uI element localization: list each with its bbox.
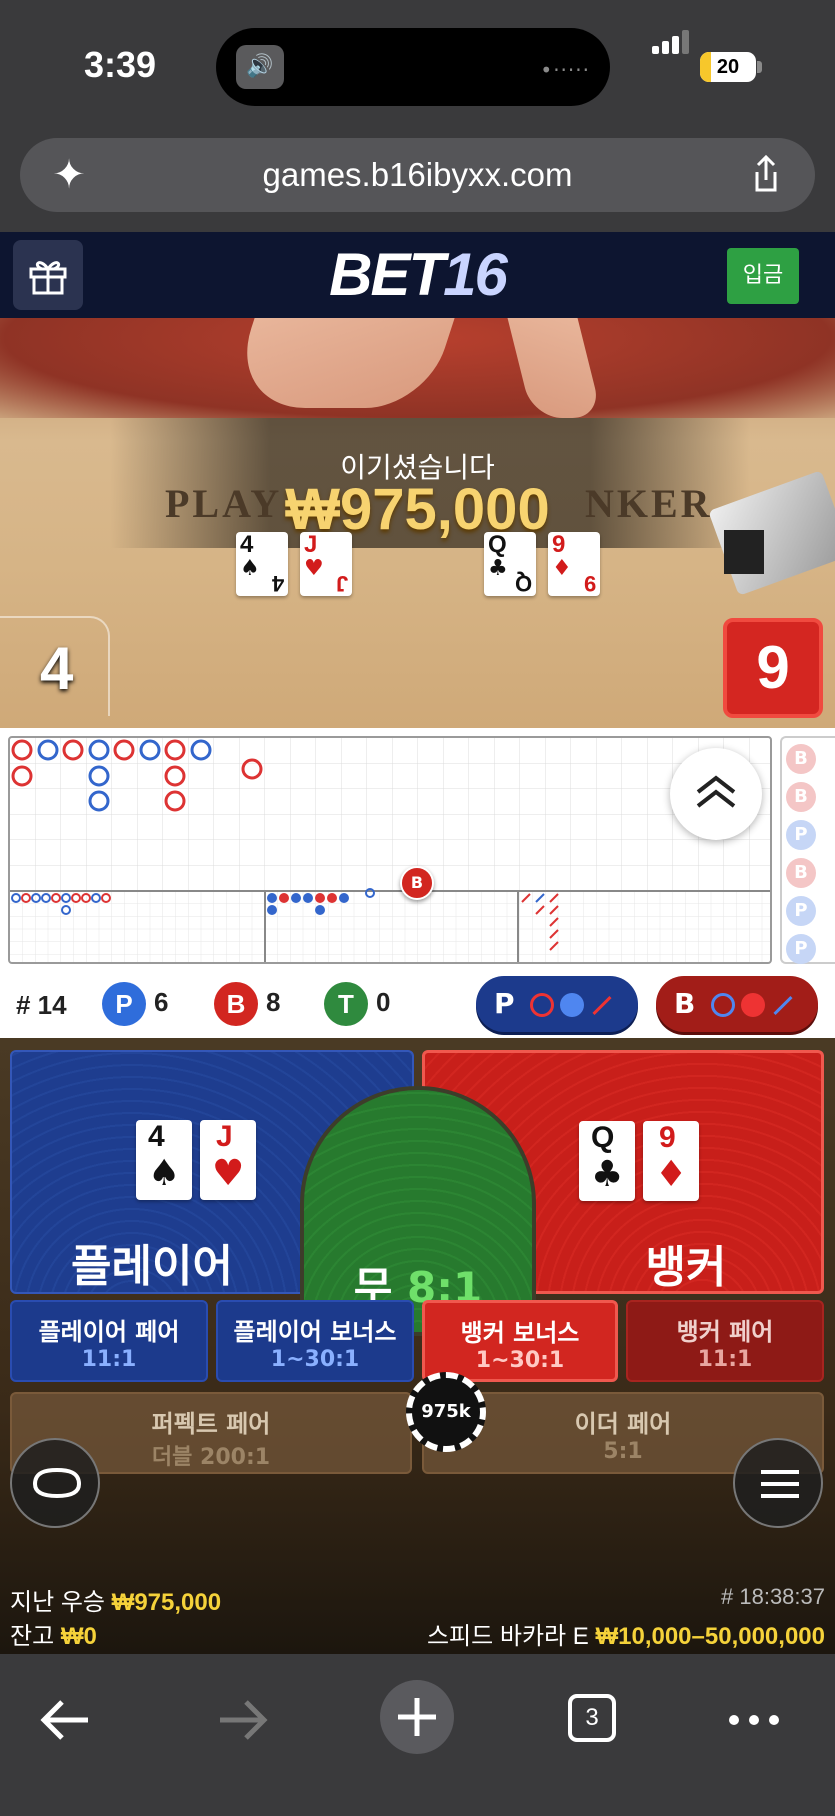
chat-button[interactable]	[10, 1438, 100, 1528]
player-score: 4	[40, 635, 74, 702]
banker-pair-bet[interactable]: 뱅커 페어 11:1	[626, 1300, 824, 1382]
chat-icon	[32, 1467, 82, 1499]
player-card-2: J ♥ J	[300, 532, 352, 596]
arrow-left-icon	[40, 1700, 88, 1740]
clock: 3:39	[84, 44, 157, 85]
betting-area: 4 ♠ J ♥ 플레이어 Q ♣ 9 ♦ 뱅커 무 8:1 플레이어 페어 11:1 플레…	[0, 1038, 835, 1654]
predict-banker-button[interactable]: B	[656, 976, 818, 1032]
new-tab-button[interactable]	[380, 1680, 454, 1754]
brand-logo[interactable]: BET16	[0, 232, 835, 318]
banker-label: 뱅커	[645, 1242, 727, 1293]
player-bet-card-1: 4 ♠	[136, 1120, 192, 1200]
banker-card-2: 9 ♦ 9	[548, 532, 600, 596]
arrow-right-icon	[220, 1700, 268, 1740]
site-header: BET16 입금	[0, 232, 835, 318]
side-road: B B P B P P	[780, 736, 835, 964]
roadmap-grid[interactable]	[8, 736, 772, 964]
predict-player-button[interactable]: P	[476, 976, 638, 1032]
banker-score: 9	[723, 618, 823, 718]
battery-percent: 20	[716, 56, 740, 78]
selected-chip[interactable]: 975k	[406, 1372, 486, 1452]
player-bonus-bet[interactable]: 플레이어 보너스 1~30:1	[216, 1300, 414, 1382]
player-pair-bet[interactable]: 플레이어 페어 11:1	[10, 1300, 208, 1382]
more-dots-icon	[729, 1715, 779, 1725]
speaker-icon: 🔊	[236, 45, 284, 89]
back-button[interactable]	[26, 1680, 106, 1760]
round-number: # 14	[16, 990, 67, 1020]
browser-toolbar: 3	[0, 1654, 835, 1816]
banker-card-1: Q ♣ Q	[484, 532, 536, 596]
balance: 잔고 ₩0	[10, 1623, 97, 1650]
forward-button[interactable]	[202, 1680, 282, 1760]
battery-cap	[757, 61, 762, 73]
stats-bar: # 14 P6 B8 T0 P B	[0, 968, 835, 1038]
player-bet-card-2: J ♥	[200, 1120, 256, 1200]
chevron-double-up-icon	[696, 775, 736, 808]
sparkle-icon[interactable]: ✦	[46, 152, 92, 198]
menu-button[interactable]	[733, 1438, 823, 1528]
player-card-1: 4 ♠ 4	[236, 532, 288, 596]
address-bar[interactable]: games.b16ibyxx.com ✦	[20, 138, 815, 212]
status-bar: 3:39 🔊 •····· 20 games.b16ibyxx.com ✦	[0, 0, 835, 212]
banker-bet-card-1: Q ♣	[579, 1121, 635, 1201]
current-result-marker: B	[400, 866, 434, 900]
tabs-button[interactable]: 3	[568, 1694, 616, 1742]
dynamic-island: 🔊 •·····	[216, 28, 610, 106]
bead-road	[10, 738, 770, 962]
player-label: 플레이어	[71, 1241, 233, 1292]
live-video: PLAY NKER 이기셨습니다 ₩975,000 4 ♠ 4 J ♥ J Q ♣ Q 9 ♦…	[0, 318, 835, 728]
hamburger-icon	[761, 1470, 799, 1498]
audio-level-icon: •·····	[540, 58, 590, 82]
more-button[interactable]	[714, 1680, 794, 1760]
deposit-button[interactable]: 입금	[727, 248, 799, 304]
player-count: P6	[102, 982, 168, 1026]
win-amount: ₩975,000	[285, 477, 550, 542]
banker-bonus-bet[interactable]: 뱅커 보너스 1~30:1	[422, 1300, 618, 1382]
banker-count: B8	[214, 982, 280, 1026]
roadmap-panel[interactable]: B B B P B P P	[0, 728, 835, 968]
url-text[interactable]: games.b16ibyxx.com	[20, 138, 815, 212]
banker-bet-card-2: 9 ♦	[643, 1121, 699, 1201]
player-score-box: 4	[0, 616, 110, 716]
card-shoe-slot	[724, 530, 764, 574]
battery-icon: 20	[700, 52, 756, 82]
share-icon[interactable]	[743, 152, 789, 198]
expand-roadmap-button[interactable]	[670, 748, 762, 840]
plus-icon	[398, 1698, 436, 1736]
tie-count: T0	[324, 982, 390, 1026]
tie-bet-spot[interactable]: 무 8:1	[300, 1086, 536, 1336]
table-info: 스피드 바카라 E ₩10,000–50,000,000	[426, 1623, 825, 1650]
last-win: 지난 우승 ₩975,000	[10, 1589, 222, 1616]
round-time: # 18:38:37	[721, 1584, 825, 1609]
